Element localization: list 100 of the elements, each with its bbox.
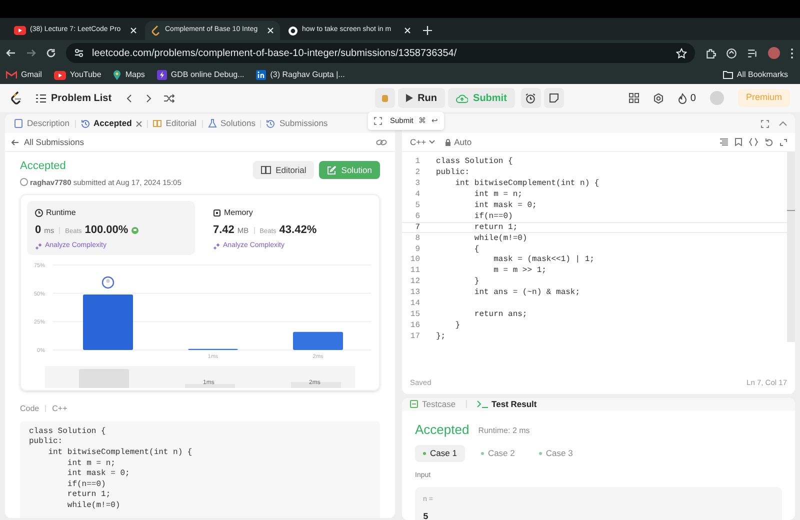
site-settings-icon	[74, 48, 84, 58]
your-submission-marker	[102, 276, 114, 288]
line-number: 9	[414, 244, 421, 256]
sync-icon[interactable]	[726, 48, 737, 58]
panel-tab[interactable]: Editorial	[148, 114, 202, 133]
stat-value: 7.42	[213, 222, 234, 238]
code-line: int bitwiseComplement(int n) {	[454, 178, 600, 190]
range-bar	[291, 382, 341, 388]
lightning-icon	[156, 70, 167, 80]
star-icon[interactable]	[676, 48, 687, 58]
all-bookmarks-link[interactable]: All Bookmarks	[722, 69, 788, 81]
settings-icon[interactable]	[653, 92, 664, 104]
code-line: }	[473, 276, 480, 288]
bookmark-link[interactable]: Gmail	[6, 69, 42, 81]
notes-button[interactable]	[544, 88, 564, 108]
forward-icon[interactable]	[26, 48, 36, 58]
code-line: m = m >> 1;	[492, 265, 546, 278]
case-tab[interactable]: Case 2	[472, 445, 523, 462]
dot-icon	[480, 452, 484, 456]
history-icon	[80, 119, 90, 128]
linkedin-icon	[256, 70, 266, 80]
code-line: return 1;	[66, 490, 112, 501]
panel-tab[interactable]: Accepted	[76, 114, 147, 133]
bookmark-link[interactable]: (3) Raghav Gupta |...	[256, 69, 345, 81]
link-icon[interactable]	[376, 138, 387, 146]
bookmark-link[interactable]: Maps	[113, 69, 145, 81]
panel-tab[interactable]: Submissions	[261, 114, 333, 133]
case-tab[interactable]: Case 3	[530, 445, 581, 462]
code-line: return ans;	[473, 308, 528, 321]
braces-icon[interactable]	[749, 138, 758, 146]
reload-icon[interactable]	[46, 48, 56, 58]
line-number: 16	[409, 320, 421, 332]
code-label: Code	[20, 402, 40, 415]
line-number: 10	[409, 254, 421, 266]
scrollbar[interactable]	[787, 152, 795, 342]
all-submissions-link[interactable]: All Submissions	[24, 136, 84, 148]
bookmark-icon[interactable]	[735, 138, 742, 146]
code-line: int ans = (~n) & mask;	[473, 287, 580, 300]
undo-icon[interactable]	[765, 138, 773, 146]
chevron-up-icon[interactable]	[779, 121, 787, 126]
case-tab[interactable]: Case 1	[415, 445, 465, 462]
bookmark-link[interactable]: GDB online Debug...	[156, 69, 244, 81]
range-handle[interactable]	[79, 368, 129, 388]
code-line: while(m!=0)	[66, 500, 122, 512]
code-line: return 1;	[473, 222, 518, 234]
code-line: int mask = 0;	[66, 469, 131, 480]
panel-tab[interactable]: Solutions	[202, 114, 260, 133]
bookmark-link[interactable]: YouTube	[54, 69, 102, 81]
checkbox-icon	[410, 400, 418, 408]
code-line: int m = n;	[66, 458, 116, 469]
line-number: 6	[414, 210, 421, 223]
code-line: class Solution {	[435, 156, 513, 168]
fire-icon[interactable]	[678, 92, 688, 104]
chevron-right-icon[interactable]	[146, 94, 152, 102]
dot-icon	[538, 452, 542, 456]
submission-status: Accepted	[20, 159, 67, 174]
back-icon[interactable]	[6, 48, 16, 58]
sparkle-icon	[35, 243, 42, 250]
mail-icon	[6, 71, 17, 79]
line-number: 13	[409, 287, 421, 300]
language-dropdown[interactable]: C++	[410, 136, 436, 148]
book-icon	[260, 166, 271, 174]
address-bar[interactable]: leetcode.com/problems/complement-of-base-10-integer/submissions/1358736354/	[66, 43, 695, 63]
problem-list-button[interactable]: Problem List	[36, 90, 112, 106]
clock-icon	[35, 208, 43, 217]
bar[interactable]	[293, 332, 343, 350]
line-number: 15	[409, 308, 421, 321]
sparkle-icon	[213, 243, 220, 250]
new-tab-icon[interactable]	[423, 26, 432, 35]
fullscreen-icon[interactable]	[761, 120, 769, 128]
run-button[interactable]: Run	[398, 88, 446, 108]
history-icon	[266, 119, 276, 128]
panel-tab[interactable]: Description	[9, 114, 75, 133]
media-icon[interactable]	[747, 48, 758, 58]
profile-avatar[interactable]	[768, 47, 780, 59]
format-icon[interactable]	[720, 138, 728, 146]
user-avatar	[20, 178, 28, 186]
shuffle-icon[interactable]	[164, 94, 175, 102]
terminal-icon	[476, 400, 488, 408]
leetcode-logo-icon	[151, 25, 161, 36]
editorial-button[interactable]: Editorial	[252, 161, 314, 179]
fullscreen-icon[interactable]	[374, 117, 382, 125]
stat-title: Runtime	[46, 206, 76, 219]
runtime-text: Runtime: 2 ms	[478, 425, 530, 438]
menu-icon[interactable]	[790, 48, 794, 58]
code-line: public:	[435, 167, 470, 179]
expand-icon[interactable]	[780, 138, 787, 146]
line-number: 8	[414, 232, 421, 245]
code-line: mask = (mask<<1) | 1;	[492, 254, 594, 266]
line-number: 11	[409, 265, 421, 278]
folder-icon	[722, 71, 733, 79]
extensions-icon[interactable]	[705, 48, 716, 58]
grid-icon[interactable]	[629, 93, 640, 103]
logo-icon[interactable]	[10, 91, 22, 105]
console-tab[interactable]: Test Result	[476, 398, 537, 411]
list-icon	[36, 94, 46, 102]
line-number: 7	[414, 222, 421, 234]
timer-button[interactable]	[520, 88, 541, 108]
chevron-left-icon[interactable]	[126, 94, 132, 102]
stat-value: 0	[35, 222, 42, 238]
